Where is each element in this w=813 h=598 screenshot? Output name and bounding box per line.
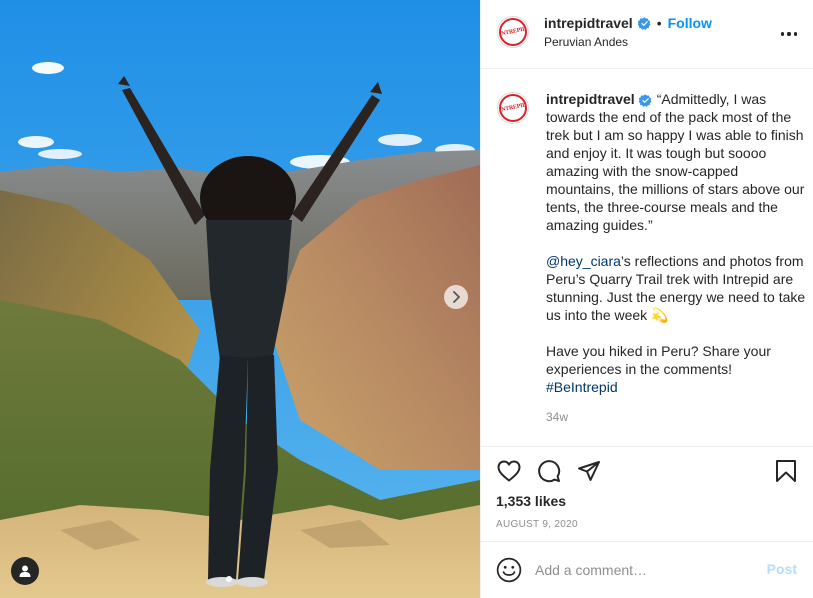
like-button[interactable] — [496, 458, 522, 484]
next-photo-button[interactable] — [444, 285, 468, 309]
share-button[interactable] — [576, 458, 602, 484]
caption-username[interactable]: intrepidtravel — [546, 91, 635, 107]
mention-link[interactable]: @hey_ciara — [546, 253, 621, 269]
save-button[interactable] — [773, 458, 799, 484]
comment-icon — [538, 460, 561, 483]
caption-para3-text: Have you hiked in Peru? Share your exper… — [546, 343, 771, 377]
comment-bar: Post — [480, 541, 813, 598]
post-header: INTREPID intrepidtravel • Follow Peruvia… — [481, 0, 813, 69]
location-link[interactable]: Peruvian Andes — [544, 35, 628, 49]
comment-input[interactable] — [535, 560, 755, 580]
post-time-ago[interactable]: 34w — [546, 408, 806, 426]
bookmark-icon — [776, 460, 796, 482]
header-user-row: intrepidtravel • Follow — [544, 15, 712, 31]
heart-icon — [497, 460, 521, 482]
post-comment-button[interactable]: Post — [767, 561, 797, 577]
intrepid-logo: INTREPID — [499, 18, 527, 46]
caption-paragraph-3: Have you hiked in Peru? Share your exper… — [546, 342, 806, 396]
header-separator: • — [656, 15, 662, 31]
share-icon — [578, 461, 600, 481]
hiker-mountain-photo — [0, 0, 480, 598]
header-username[interactable]: intrepidtravel — [544, 15, 633, 31]
carousel-indicator — [226, 576, 232, 582]
emoji-icon[interactable] — [496, 557, 522, 583]
caption-text: intrepidtravel “Admittedly, I was toward… — [546, 90, 806, 426]
chevron-right-icon — [453, 291, 460, 303]
tagged-users-button[interactable] — [11, 557, 39, 585]
user-tag-icon — [19, 565, 31, 577]
likes-count[interactable]: 1,353 likes — [496, 493, 566, 509]
carousel-dot-active — [226, 576, 232, 582]
caption-quote: “Admittedly, I was towards the end of th… — [546, 91, 805, 233]
avatar[interactable]: INTREPID — [497, 16, 529, 48]
caption-paragraph-1: intrepidtravel “Admittedly, I was toward… — [546, 90, 806, 234]
follow-button[interactable]: Follow — [668, 15, 712, 31]
post-caption: INTREPID intrepidtravel “Admittedly, I w… — [481, 69, 813, 447]
caption-avatar[interactable]: INTREPID — [497, 92, 529, 124]
more-options-icon[interactable] — [781, 27, 797, 41]
intrepid-logo: INTREPID — [499, 94, 527, 122]
hashtag-link[interactable]: #BeIntrepid — [546, 379, 618, 395]
action-bar — [481, 447, 813, 487]
verified-badge-icon — [637, 16, 651, 30]
verified-badge-icon — [638, 94, 652, 107]
post-photo[interactable] — [0, 0, 480, 598]
comment-button[interactable] — [536, 458, 562, 484]
caption-paragraph-2: @hey_ciara’s reflections and photos from… — [546, 252, 806, 324]
